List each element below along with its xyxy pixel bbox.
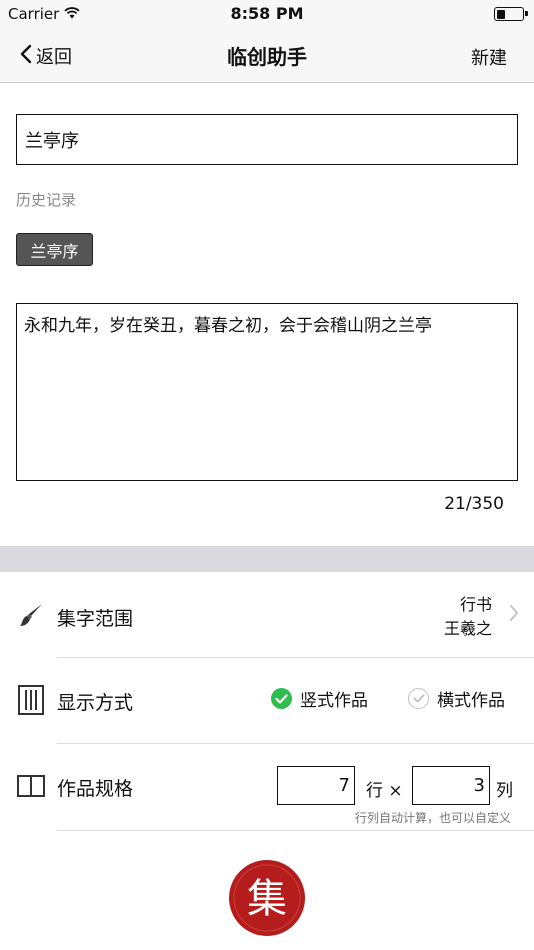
battery-icon xyxy=(494,7,528,21)
status-time: 8:58 PM xyxy=(230,4,304,23)
rows-unit: 行 × xyxy=(366,781,403,801)
range-style: 行书 xyxy=(459,595,492,614)
cols-unit: 列 xyxy=(496,781,513,801)
history-chip[interactable]: 兰亭序 xyxy=(16,233,93,266)
battery-level xyxy=(496,9,505,19)
chevron-right-icon xyxy=(509,604,519,626)
section-divider xyxy=(0,546,534,572)
range-values: 行书 王羲之 xyxy=(444,593,492,641)
spec-hint: 行列自动计算，也可以自定义 xyxy=(354,811,511,825)
rows-input[interactable]: 7 xyxy=(277,766,355,805)
content-textarea[interactable]: 永和九年，岁在癸丑，暮春之初，会于会稽山阴之兰亭 xyxy=(16,303,518,481)
page-title: 临创助手 xyxy=(227,45,307,69)
range-label: 集字范围 xyxy=(57,608,134,630)
title-input[interactable]: 兰亭序 xyxy=(16,114,518,165)
navigation-bar: 返回 临创助手 新建 xyxy=(0,28,534,83)
new-button[interactable]: 新建 xyxy=(471,44,507,70)
status-bar: Carrier 8:58 PM xyxy=(0,0,534,28)
checkmark-unselected-icon xyxy=(408,688,429,709)
vertical-layout-icon xyxy=(15,684,47,716)
seal-char: 集 xyxy=(247,876,287,922)
range-author: 王羲之 xyxy=(443,619,492,638)
row-separator xyxy=(57,743,534,744)
row-separator xyxy=(57,657,534,658)
checkmark-selected-icon xyxy=(271,688,292,709)
history-label: 历史记录 xyxy=(16,191,77,209)
option-vertical-label: 竖式作品 xyxy=(300,691,368,711)
row-separator xyxy=(57,830,534,831)
char-count: 21/350 xyxy=(444,494,504,514)
option-horizontal[interactable]: 横式作品 xyxy=(408,686,505,711)
option-vertical[interactable]: 竖式作品 xyxy=(271,686,368,711)
brush-icon xyxy=(15,599,47,631)
seal-logo-icon[interactable]: 集 xyxy=(227,858,307,938)
display-label: 显示方式 xyxy=(57,692,134,714)
spec-label: 作品规格 xyxy=(57,778,134,800)
columns-icon xyxy=(15,770,47,802)
cols-input[interactable]: 3 xyxy=(412,766,490,805)
option-horizontal-label: 横式作品 xyxy=(437,691,505,711)
